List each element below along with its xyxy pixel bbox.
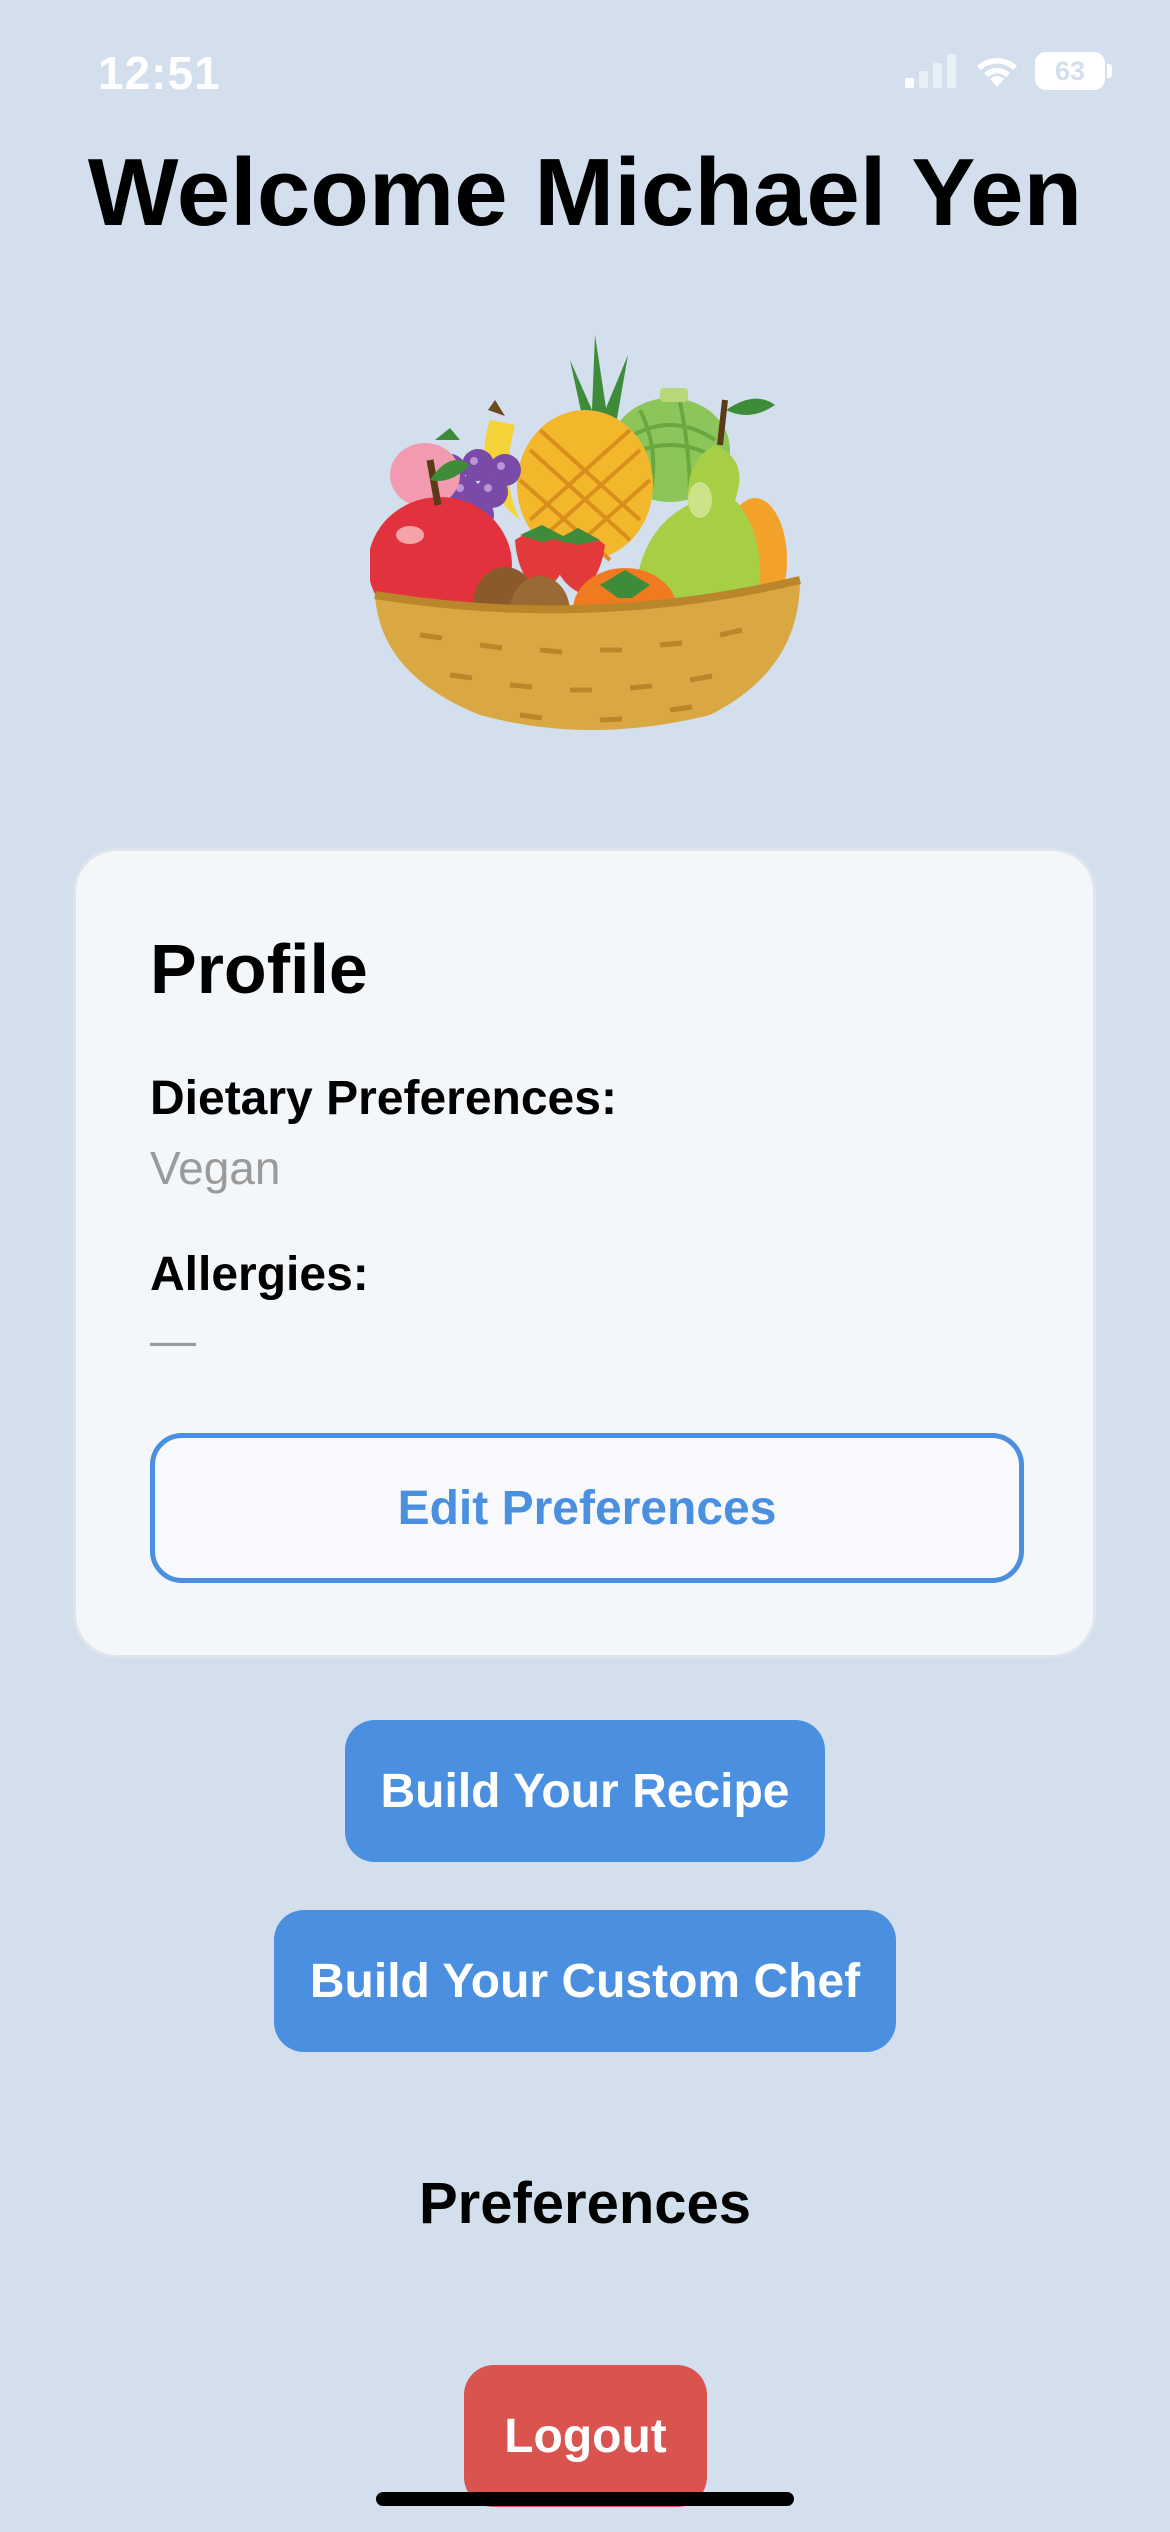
- build-recipe-button[interactable]: Build Your Recipe: [345, 1720, 825, 1862]
- edit-preferences-button[interactable]: Edit Preferences: [150, 1433, 1024, 1583]
- battery-icon: 63: [1035, 52, 1105, 90]
- wifi-icon: [977, 58, 1017, 87]
- dietary-preferences-label: Dietary Preferences:: [150, 1072, 617, 1125]
- allergies-label: Allergies:: [150, 1248, 369, 1301]
- signal-icon: [905, 54, 956, 88]
- logout-button[interactable]: Logout: [464, 2365, 707, 2507]
- battery-level: 63: [1054, 55, 1086, 86]
- allergies-value: —: [150, 1314, 196, 1366]
- fruit-basket-illustration: [368, 330, 810, 740]
- status-bar: 12:51 63: [0, 0, 1170, 150]
- home-indicator[interactable]: [376, 2492, 794, 2506]
- profile-card: Profile Dietary Preferences: Vegan Aller…: [73, 848, 1096, 1658]
- battery-tip: [1107, 64, 1112, 78]
- page-title: Welcome Michael Yen: [87, 139, 1083, 246]
- preferences-heading: Preferences: [418, 2171, 752, 2236]
- dietary-preferences-value: Vegan: [150, 1142, 281, 1194]
- profile-title: Profile: [150, 930, 368, 1008]
- build-custom-chef-button[interactable]: Build Your Custom Chef: [274, 1910, 896, 2052]
- status-icons: 63: [905, 52, 1112, 90]
- status-time: 12:51: [98, 47, 221, 99]
